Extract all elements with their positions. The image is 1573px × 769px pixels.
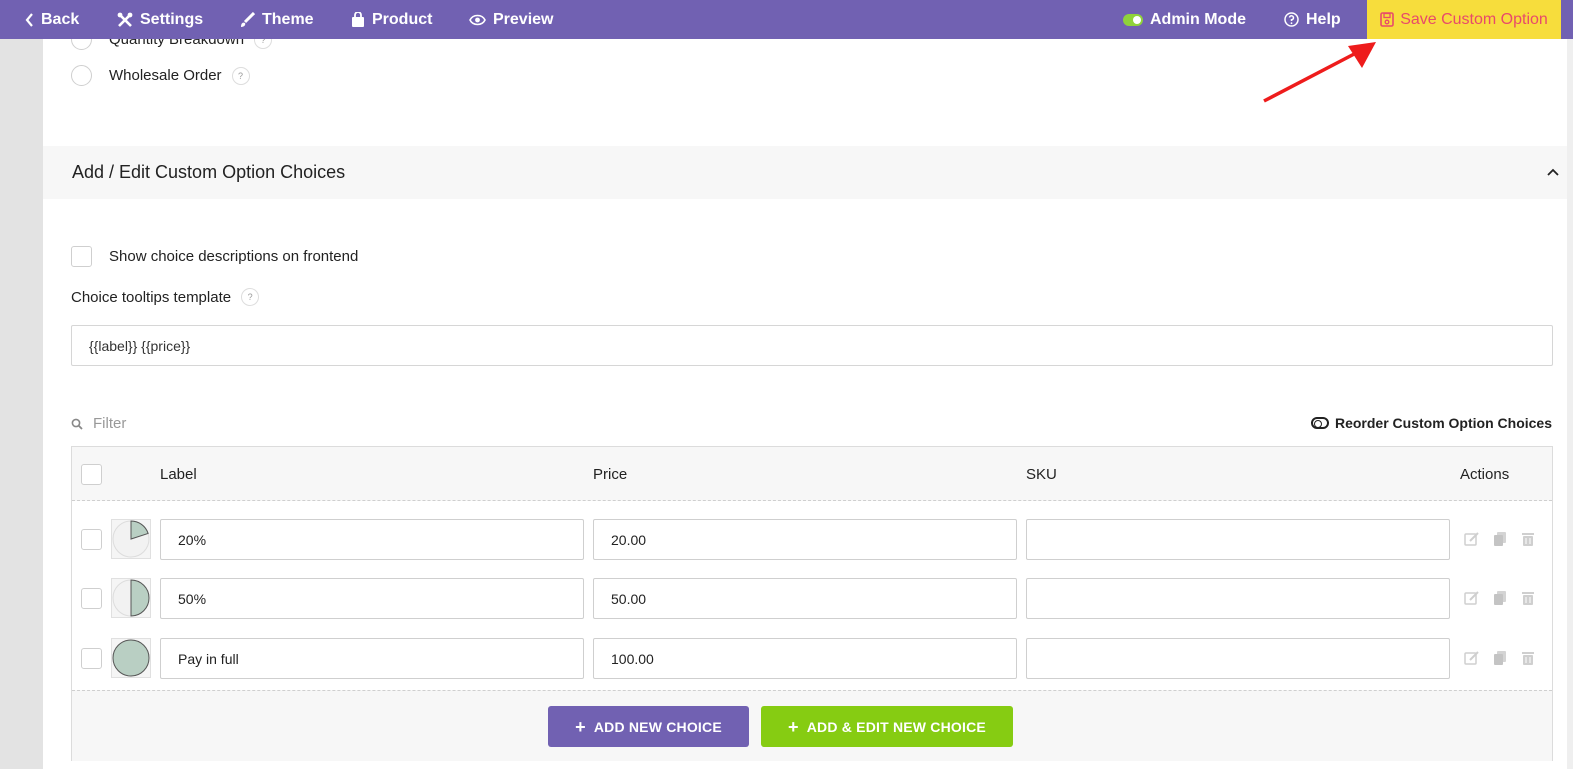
help-tooltip-icon[interactable]: ? (241, 288, 260, 306)
preview-label: Preview (493, 10, 554, 28)
filter-box[interactable] (71, 415, 293, 432)
show-descriptions-label: Show choice descriptions on frontend (109, 248, 359, 265)
choices-table: Label Price SKU Actions + ADD NEW CHOICE… (71, 446, 1553, 761)
left-gutter (0, 0, 43, 769)
eye-icon (469, 14, 486, 25)
row-checkbox[interactable] (81, 588, 102, 609)
column-header-actions: Actions (1460, 466, 1510, 483)
show-descriptions-option[interactable]: Show choice descriptions on frontend (71, 246, 358, 267)
row-checkbox[interactable] (81, 648, 102, 669)
chevron-left-icon (25, 12, 33, 27)
pie-slice (112, 639, 150, 677)
choice-thumbnail[interactable] (111, 638, 151, 678)
row-actions (1464, 531, 1536, 547)
shopping-bag-icon (352, 11, 364, 27)
choice-label-input[interactable] (160, 578, 584, 619)
back-button[interactable]: Back (25, 0, 79, 39)
right-edge (1567, 0, 1573, 769)
admin-mode-toggle[interactable]: Admin Mode (1123, 0, 1246, 39)
copy-icon[interactable] (1492, 590, 1508, 606)
choice-label-input[interactable] (160, 638, 584, 679)
option-wholesale-order[interactable]: Wholesale Order ? (71, 65, 250, 86)
pie-chart-icon (112, 520, 150, 558)
row-actions (1464, 590, 1536, 606)
admin-mode-label: Admin Mode (1150, 10, 1246, 28)
choice-thumbnail[interactable] (111, 578, 151, 618)
column-header-price: Price (593, 466, 628, 483)
tools-icon (117, 12, 133, 27)
toggle-on-icon (1123, 13, 1143, 26)
choice-sku-input[interactable] (1026, 578, 1450, 619)
choice-price-input[interactable] (593, 638, 1017, 679)
filter-input[interactable] (93, 415, 293, 432)
top-toolbar: Back Settings Theme Product Preview Admi… (0, 0, 1573, 39)
settings-label: Settings (140, 10, 204, 28)
save-label: Save Custom Option (1400, 10, 1548, 28)
toggle-off-icon (1310, 417, 1329, 429)
edit-icon[interactable] (1464, 590, 1480, 606)
choice-sku-input[interactable] (1026, 519, 1450, 560)
choice-sku-input[interactable] (1026, 638, 1450, 679)
row-checkbox[interactable] (81, 529, 102, 550)
save-icon (1380, 12, 1394, 27)
help-label: Help (1306, 10, 1341, 28)
pie-slice (130, 579, 150, 617)
table-row (72, 507, 1552, 567)
plus-icon: + (575, 716, 586, 737)
table-footer: + ADD NEW CHOICE + ADD & EDIT NEW CHOICE (72, 690, 1552, 761)
save-custom-option-button[interactable]: Save Custom Option (1367, 0, 1561, 39)
reorder-label: Reorder Custom Option Choices (1334, 415, 1552, 431)
edit-icon[interactable] (1464, 650, 1480, 666)
column-header-label: Label (160, 466, 197, 483)
chevron-up-icon[interactable] (1547, 168, 1559, 176)
reorder-toggle[interactable]: Reorder Custom Option Choices (1310, 415, 1552, 431)
add-new-choice-label: ADD NEW CHOICE (593, 718, 722, 735)
main-content: Quantity Breakdown ? Wholesale Order ? A… (43, 29, 1567, 769)
pie-chart-icon (112, 639, 150, 677)
choice-price-input[interactable] (593, 578, 1017, 619)
tooltip-template-label: Choice tooltips template ? (71, 288, 260, 306)
search-icon (71, 418, 83, 430)
theme-label: Theme (262, 10, 314, 28)
copy-icon[interactable] (1492, 650, 1508, 666)
theme-button[interactable]: Theme (239, 0, 314, 39)
preview-button[interactable]: Preview (469, 0, 553, 39)
edit-icon[interactable] (1464, 531, 1480, 547)
select-all-checkbox[interactable] (81, 464, 102, 485)
section-header[interactable]: Add / Edit Custom Option Choices (43, 146, 1567, 199)
table-header: Label Price SKU Actions (72, 447, 1552, 501)
question-circle-icon (1284, 12, 1299, 27)
add-edit-new-choice-label: ADD & EDIT NEW CHOICE (806, 718, 986, 735)
trash-icon[interactable] (1520, 590, 1536, 606)
product-button[interactable]: Product (351, 0, 432, 39)
help-tooltip-icon[interactable]: ? (231, 66, 250, 85)
pie-chart-icon (112, 579, 150, 617)
option-label: Wholesale Order (109, 67, 222, 84)
help-button[interactable]: Help (1284, 0, 1341, 39)
back-label: Back (41, 10, 80, 28)
plus-icon: + (788, 716, 799, 737)
red-arrow-annotation (1263, 42, 1376, 103)
choice-label-input[interactable] (160, 519, 584, 560)
add-new-choice-button[interactable]: + ADD NEW CHOICE (548, 706, 749, 747)
section-title: Add / Edit Custom Option Choices (72, 162, 346, 182)
column-header-sku: SKU (1026, 466, 1057, 483)
row-actions (1464, 650, 1536, 666)
tooltip-template-input[interactable] (71, 325, 1553, 366)
show-descriptions-checkbox[interactable] (71, 246, 92, 267)
table-row (72, 626, 1552, 686)
tooltip-template-text: Choice tooltips template (71, 288, 232, 306)
trash-icon[interactable] (1520, 650, 1536, 666)
table-row (72, 566, 1552, 626)
settings-button[interactable]: Settings (117, 0, 203, 39)
trash-icon[interactable] (1520, 531, 1536, 547)
choice-thumbnail[interactable] (111, 519, 151, 559)
choice-price-input[interactable] (593, 519, 1017, 560)
copy-icon[interactable] (1492, 531, 1508, 547)
product-label: Product (372, 10, 433, 28)
add-edit-new-choice-button[interactable]: + ADD & EDIT NEW CHOICE (761, 706, 1013, 747)
radio-button[interactable] (71, 65, 92, 86)
brush-icon (241, 11, 255, 27)
